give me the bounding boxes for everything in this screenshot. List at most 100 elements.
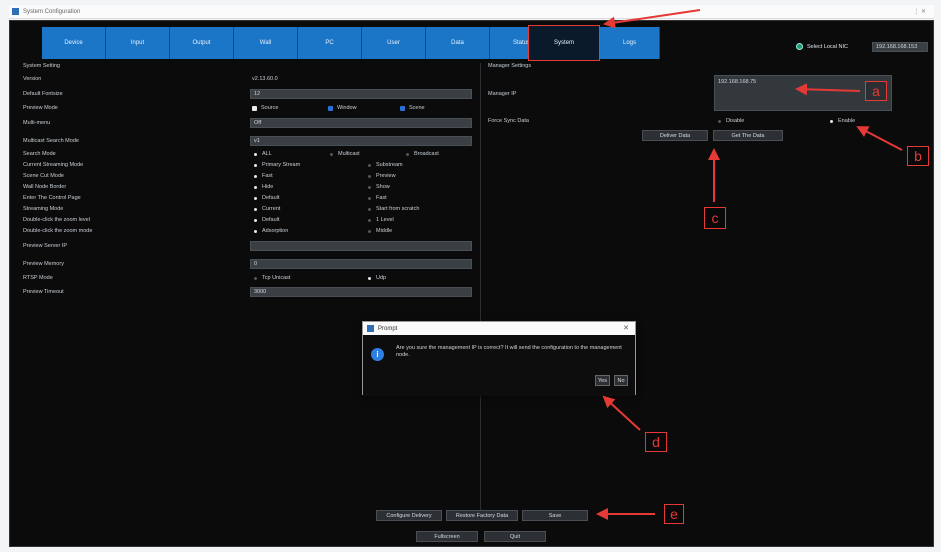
radio-option-a[interactable]: Fast [254,173,273,179]
radio-option-b[interactable]: Start from scratch [368,206,419,212]
tab-label: Input [130,40,145,46]
nic-select[interactable]: 192.168.168.153 [872,42,928,52]
option-label: Current [262,206,281,212]
fullscreen-button[interactable]: Fullscreen [416,531,478,542]
preview-server-ip-input[interactable] [250,241,472,251]
quit-button[interactable]: Quit [484,531,546,542]
radio-option-a[interactable]: Adsorption [254,228,288,234]
option-label: Tcp Unicast [262,275,291,281]
radio-option-a[interactable]: Primary Stream [254,162,300,168]
preview-timeout-label: Preview Timeout [23,289,64,295]
info-icon: i [371,348,384,361]
option-label: Adsorption [262,228,289,234]
rtsp-mode-tcp[interactable]: Tcp Unicast [254,275,290,281]
version-value: v2.13.60.0 [252,76,278,82]
option-label: Source [261,105,279,111]
radio-option-b[interactable]: Substream [368,162,403,168]
annotation-d: d [645,432,667,452]
tab-label: Wall [259,40,272,46]
manager-ip-label: Manager IP [488,91,517,97]
radio-icon [368,163,371,167]
tab-system[interactable]: System [528,25,600,61]
dialog-message: Are you sure the management IP is correc… [396,345,622,358]
radio-selected-icon [254,152,257,156]
radio-option-b[interactable]: Preview [368,173,396,179]
radio-icon [368,229,371,233]
preview-timeout-input[interactable]: 3000 [250,287,472,297]
radio-row-label: Wall Node Border [23,184,67,190]
restore-factory-button[interactable]: Restore Factory Data [446,510,518,521]
tab-input[interactable]: Input [106,27,170,59]
radio-selected-icon [254,218,257,222]
get-data-button[interactable]: Get The Data [713,130,783,141]
save-button[interactable]: Save [522,510,588,521]
configure-delivery-button[interactable]: Configure Delivery [376,510,442,521]
deliver-data-button[interactable]: Deliver Data [642,130,708,141]
panel-divider [480,63,481,518]
tab-wall[interactable]: Wall [234,27,298,59]
search-mode-all[interactable]: ALL [254,151,272,157]
annotation-a: a [865,81,887,101]
tab-label: Output [192,40,211,46]
preview-mode-scene[interactable]: Scene [400,105,425,111]
tab-logs[interactable]: Logs [600,27,660,59]
rtsp-mode-udp[interactable]: Udp [368,275,386,281]
window-title: System Configuration [23,8,81,15]
radio-option-b[interactable]: 1 Level [368,217,394,223]
tab-device[interactable]: Device [42,27,106,59]
window-controls-icon[interactable]: ⋮ ✕ [913,8,926,15]
prompt-dialog: Prompt ✕ i Are you sure the management I… [362,321,636,396]
radio-option-a[interactable]: Default [254,195,279,201]
radio-option-b[interactable]: Show [368,184,390,190]
multicast-search-select[interactable]: v1 [250,136,472,146]
search-mode-broadcast[interactable]: Broadcast [406,151,439,157]
close-icon[interactable]: ✕ [623,324,629,332]
version-label: Version [23,76,42,82]
radio-option-a[interactable]: Current [254,206,280,212]
tab-pc[interactable]: PC [298,27,362,59]
dialog-title: Prompt [378,325,398,332]
tab-label: PC [325,40,334,46]
radio-option-a[interactable]: Hide [254,184,273,190]
checkbox-icon [252,105,257,111]
radio-option-a[interactable]: Default [254,217,279,223]
option-label: Substream [376,162,403,168]
radio-option-b[interactable]: Fast [368,195,387,201]
radio-icon [368,218,371,222]
yes-button[interactable]: Yes [595,375,610,386]
option-label: Start from scratch [376,206,420,212]
option-label: Primary Stream [262,162,301,168]
tab-user[interactable]: User [362,27,426,59]
radio-selected-icon [254,207,257,211]
preview-mode-source[interactable]: Source [252,105,278,111]
force-sync-enable[interactable]: Enable [830,118,855,124]
preview-memory-input[interactable]: 0 [250,259,472,269]
force-sync-label: Force Sync Data [488,118,529,124]
screenshot-frame: System Configuration ⋮ ✕ Device Input Ou… [0,0,941,552]
tab-label: Logs [622,40,636,46]
default-fontsize-input[interactable]: 12 [250,89,472,99]
search-mode-label: Search Mode [23,151,56,157]
tab-output[interactable]: Output [170,27,234,59]
search-mode-multicast[interactable]: Multicast [330,151,360,157]
rtsp-mode-label: RTSP Mode [23,275,53,281]
main-window: Device Input Output Wall PC User Data St… [9,20,934,547]
manager-settings-heading: Manager Settings [488,63,532,69]
option-label: Enable [838,118,856,124]
option-label: Show [376,184,390,190]
radio-selected-icon [254,174,257,178]
radio-row-label: Double-click the zoom mode [23,228,93,234]
radio-icon [406,152,409,156]
multi-menu-select[interactable]: Off [250,118,472,128]
radio-row-label: Enter The Control Page [23,195,81,201]
force-sync-disable[interactable]: Disable [718,118,744,124]
no-button[interactable]: No [614,375,628,386]
option-label: Multicast [338,151,360,157]
option-label: Preview [376,173,396,179]
option-label: ALL [262,151,272,157]
preview-mode-window[interactable]: Window [328,105,357,111]
tab-label: System [553,40,574,46]
annotation-b: b [907,146,929,166]
radio-option-b[interactable]: Middle [368,228,392,234]
tab-data[interactable]: Data [426,27,490,59]
